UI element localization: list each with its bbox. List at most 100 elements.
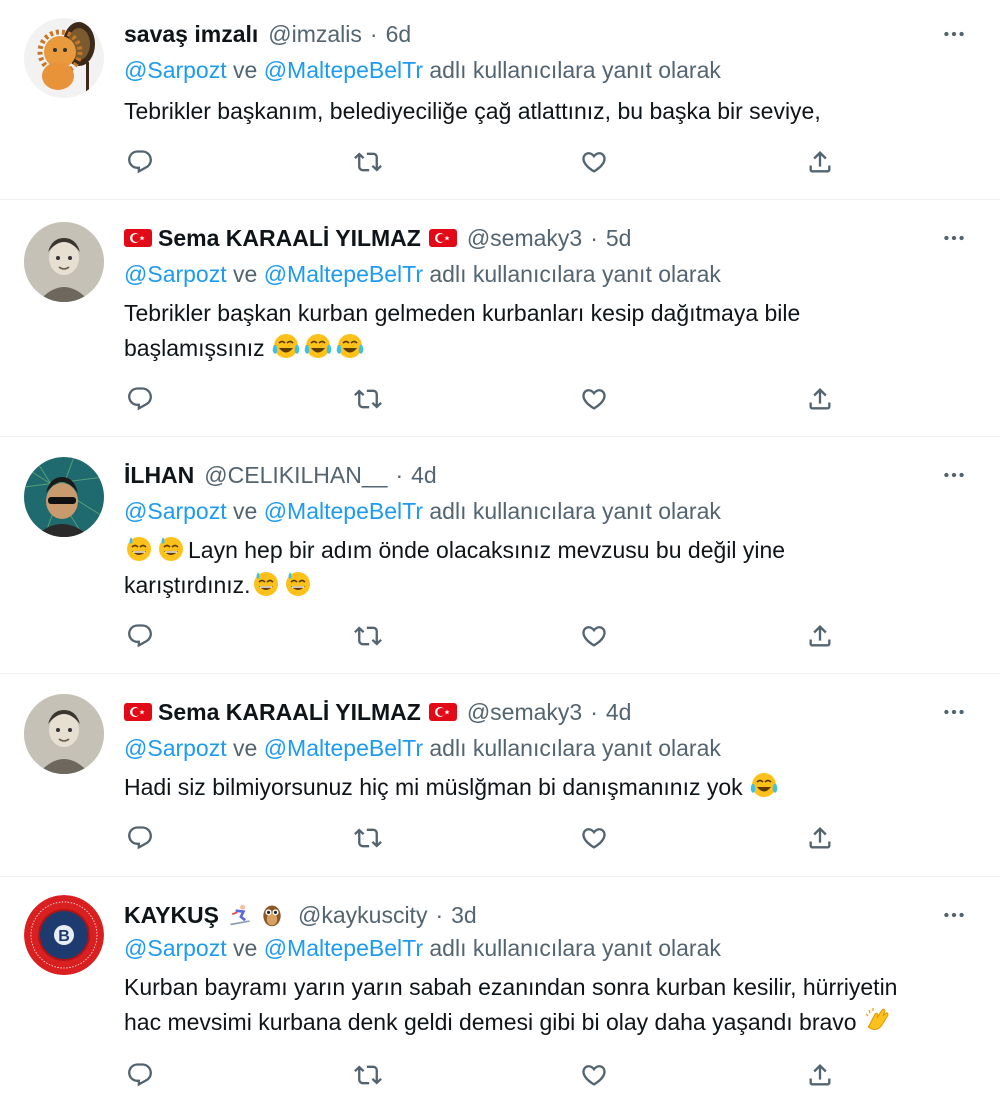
reply-icon[interactable] (120, 616, 160, 656)
avatar[interactable]: B (24, 895, 104, 975)
user-handle[interactable]: @kaykuscity (298, 902, 427, 929)
display-name[interactable]: Sema KARAALİ YILMAZ (124, 699, 457, 726)
timestamp[interactable]: 6d (386, 21, 412, 48)
mention-link[interactable]: @MaltepeBelTr (264, 735, 423, 761)
retweet-icon[interactable] (348, 379, 388, 419)
timestamp[interactable]: 4d (606, 699, 632, 726)
retweet-icon[interactable] (348, 142, 388, 182)
mention-link[interactable]: @MaltepeBelTr (264, 261, 423, 287)
reply-context: @Sarpozt ve @MaltepeBelTr adlı kullanıcı… (124, 57, 721, 84)
tweet-actions (124, 142, 844, 182)
share-icon[interactable] (800, 1055, 840, 1095)
mention-link[interactable]: @Sarpozt (124, 498, 227, 524)
mention-link[interactable]: @Sarpozt (124, 735, 227, 761)
tweet[interactable]: B KAYKUŞ @kaykuscity · 3d @Sarpozt ve @M… (0, 877, 1000, 1100)
like-icon[interactable] (574, 1055, 614, 1095)
mention-link[interactable]: @MaltepeBelTr (264, 57, 423, 83)
user-handle[interactable]: @imzalis (268, 21, 362, 48)
tweet-header: Sema KARAALİ YILMAZ @semaky3 · 4d (124, 694, 631, 730)
avatar[interactable] (24, 18, 104, 98)
share-icon[interactable] (800, 379, 840, 419)
like-icon[interactable] (574, 379, 614, 419)
grinning-face-with-sweat-icon (124, 534, 154, 564)
tweet-text-line: hac mevsimi kurbana denk geldi demesi gi… (124, 1005, 974, 1040)
reply-joiner: ve (233, 735, 258, 761)
tweet-text: Tebrikler başkan kurban gelmeden kurbanl… (124, 296, 974, 366)
timestamp[interactable]: 4d (411, 462, 437, 489)
reply-suffix: adlı kullanıcılara yanıt olarak (429, 57, 721, 83)
user-handle[interactable]: @semaky3 (467, 225, 582, 252)
tweet[interactable]: İLHAN @CELIKILHAN__ · 4d @Sarpozt ve @Ma… (0, 437, 1000, 674)
avatar[interactable] (24, 457, 104, 537)
flag-tr-icon (124, 702, 152, 722)
like-icon[interactable] (574, 142, 614, 182)
tweet-header: Sema KARAALİ YILMAZ @semaky3 · 5d (124, 220, 631, 256)
share-icon[interactable] (800, 818, 840, 858)
display-name[interactable]: İLHAN (124, 462, 194, 489)
reply-icon[interactable] (120, 1055, 160, 1095)
tweet-actions (124, 818, 844, 858)
tweet[interactable]: savaş imzalı @imzalis · 6d @Sarpozt ve @… (0, 0, 1000, 200)
reply-context: @Sarpozt ve @MaltepeBelTr adlı kullanıcı… (124, 261, 721, 288)
reply-context: @Sarpozt ve @MaltepeBelTr adlı kullanıcı… (124, 935, 721, 962)
timestamp[interactable]: 5d (606, 225, 632, 252)
more-icon[interactable] (936, 16, 972, 52)
display-name[interactable]: savaş imzalı (124, 21, 258, 48)
avatar-image (24, 694, 104, 774)
separator: · (590, 224, 598, 251)
face-with-tears-of-joy-icon (271, 332, 301, 362)
reply-suffix: adlı kullanıcılara yanıt olarak (429, 498, 721, 524)
mention-link[interactable]: @Sarpozt (124, 57, 227, 83)
avatar-image (24, 222, 104, 302)
share-icon[interactable] (800, 142, 840, 182)
reply-icon[interactable] (120, 818, 160, 858)
avatar[interactable] (24, 222, 104, 302)
face-with-tears-of-joy-icon (335, 332, 365, 362)
mention-link[interactable]: @Sarpozt (124, 935, 227, 961)
reply-icon[interactable] (120, 379, 160, 419)
share-icon[interactable] (800, 616, 840, 656)
reply-icon[interactable] (120, 142, 160, 182)
reply-joiner: ve (233, 498, 258, 524)
user-handle[interactable]: @semaky3 (467, 699, 582, 726)
more-icon[interactable] (936, 897, 972, 933)
retweet-icon[interactable] (348, 616, 388, 656)
tweet-text-line: karıştırdınız. (124, 568, 974, 603)
tweet-text-line: Tebrikler başkanım, belediyeciliğe çağ a… (124, 98, 821, 124)
retweet-icon[interactable] (348, 1055, 388, 1095)
separator: · (369, 20, 378, 47)
tweet-text-line: Kurban bayramı yarın yarın sabah ezanınd… (124, 974, 898, 1000)
display-name-text: Sema KARAALİ YILMAZ (158, 224, 421, 251)
like-icon[interactable] (574, 616, 614, 656)
tweet-text-line: Hadi siz bilmiyorsunuz hiç mi müslğman b… (124, 770, 974, 805)
tweet-actions (124, 616, 844, 656)
more-icon[interactable] (936, 220, 972, 256)
mention-link[interactable]: @MaltepeBelTr (264, 935, 423, 961)
tweet-text: Kurban bayramı yarın yarın sabah ezanınd… (124, 970, 974, 1040)
avatar[interactable] (24, 694, 104, 774)
reply-context: @Sarpozt ve @MaltepeBelTr adlı kullanıcı… (124, 498, 721, 525)
avatar-image (24, 18, 104, 98)
avatar-image: B (24, 895, 104, 975)
reply-joiner: ve (233, 935, 258, 961)
like-icon[interactable] (574, 818, 614, 858)
timestamp[interactable]: 3d (451, 902, 477, 929)
tweet[interactable]: Sema KARAALİ YILMAZ @semaky3 · 4d @Sarpo… (0, 674, 1000, 877)
more-icon[interactable] (936, 694, 972, 730)
user-handle[interactable]: @CELIKILHAN__ (204, 462, 387, 489)
tweet-actions (124, 379, 844, 419)
more-icon[interactable] (936, 457, 972, 493)
separator: · (435, 901, 444, 928)
reply-suffix: adlı kullanıcılara yanıt olarak (429, 261, 721, 287)
mention-link[interactable]: @Sarpozt (124, 261, 227, 287)
display-name[interactable]: Sema KARAALİ YILMAZ (124, 225, 457, 252)
display-name[interactable]: KAYKUŞ (124, 902, 288, 929)
tweet[interactable]: Sema KARAALİ YILMAZ @semaky3 · 5d @Sarpo… (0, 200, 1000, 437)
separator: · (395, 461, 404, 488)
retweet-icon[interactable] (348, 818, 388, 858)
tweet-text-line: Layn hep bir adım önde olacaksınız mevzu… (124, 533, 974, 568)
grinning-face-with-sweat-icon (283, 569, 313, 599)
reply-suffix: adlı kullanıcılara yanıt olarak (429, 935, 721, 961)
mention-link[interactable]: @MaltepeBelTr (264, 498, 423, 524)
tweet-text: Hadi siz bilmiyorsunuz hiç mi müslğman b… (124, 770, 974, 805)
